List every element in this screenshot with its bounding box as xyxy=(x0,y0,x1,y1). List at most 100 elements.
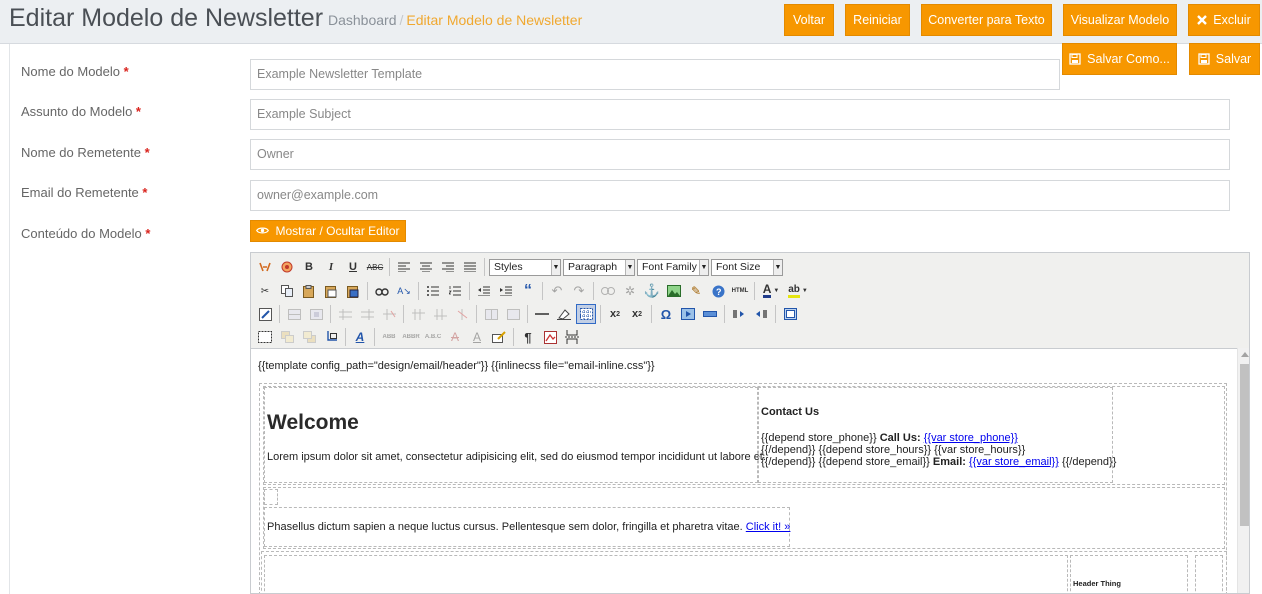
paragraph-select[interactable]: Paragraph ▼ xyxy=(563,258,635,276)
remove-format-icon[interactable] xyxy=(554,304,574,324)
wysiwyg-editor: B I U ABC Styles ▼ Paragraph ▼ Font Family… xyxy=(250,252,1250,594)
horizontal-rule-icon[interactable] xyxy=(532,304,552,324)
breadcrumb-separator: / xyxy=(399,12,404,28)
preview-template-button[interactable]: Visualizar Modelo xyxy=(1063,4,1177,36)
insertion-icon[interactable]: A xyxy=(467,327,487,347)
insert-media-icon[interactable] xyxy=(678,304,698,324)
replace-icon[interactable]: A↘ xyxy=(394,281,414,301)
absolute-position-icon[interactable] xyxy=(321,327,341,347)
delete-col-icon[interactable] xyxy=(452,304,472,324)
toolbar-separator xyxy=(330,305,331,323)
paste-icon[interactable] xyxy=(299,281,319,301)
insert-layer-icon[interactable] xyxy=(700,304,720,324)
save-button[interactable]: Salvar xyxy=(1189,43,1260,75)
sender-name-input[interactable]: Owner xyxy=(250,139,1230,170)
insert-col-before-icon[interactable] xyxy=(408,304,428,324)
editor-scrollbar[interactable] xyxy=(1237,348,1249,593)
editor-content-area[interactable]: {{template config_path="design/email/hea… xyxy=(251,348,1237,593)
cut-icon[interactable]: ✂ xyxy=(255,281,275,301)
bold-icon[interactable]: B xyxy=(299,257,319,277)
edit-table-icon[interactable] xyxy=(255,304,275,324)
paste-word-icon[interactable] xyxy=(343,281,363,301)
acronym-icon[interactable]: A.B.C xyxy=(423,327,443,347)
reset-button-label: Reiniciar xyxy=(853,13,902,27)
save-as-button[interactable]: Salvar Como... xyxy=(1062,43,1177,75)
html-source-icon[interactable]: HTML xyxy=(730,281,750,301)
deletion-icon[interactable]: A xyxy=(445,327,465,347)
insert-widget-icon[interactable] xyxy=(255,257,275,277)
split-cells-icon[interactable] xyxy=(481,304,501,324)
italic-icon[interactable]: I xyxy=(321,257,341,277)
align-center-icon[interactable] xyxy=(416,257,436,277)
strikethrough-icon[interactable]: ABC xyxy=(365,257,385,277)
align-left-icon[interactable] xyxy=(394,257,414,277)
style-props-icon[interactable]: A xyxy=(350,327,370,347)
redo-icon[interactable]: ↷ xyxy=(569,281,589,301)
attributes-icon[interactable] xyxy=(489,327,509,347)
align-right-icon[interactable] xyxy=(438,257,458,277)
delete-row-icon[interactable] xyxy=(379,304,399,324)
cleanup-icon[interactable]: ✎ xyxy=(686,281,706,301)
template-name-input[interactable]: Example Newsletter Template xyxy=(250,59,1060,90)
template-subject-input[interactable]: Example Subject xyxy=(250,99,1230,130)
breadcrumb-dashboard-link[interactable]: Dashboard xyxy=(328,12,397,28)
click-it-link[interactable]: Click it! » xyxy=(746,521,791,533)
align-justify-icon[interactable] xyxy=(460,257,480,277)
table-row-props-icon[interactable] xyxy=(284,304,304,324)
ltr-icon[interactable] xyxy=(729,304,749,324)
copy-icon[interactable] xyxy=(277,281,297,301)
image-icon[interactable] xyxy=(664,281,684,301)
insert-row-after-icon[interactable] xyxy=(357,304,377,324)
merge-cells-icon[interactable] xyxy=(503,304,523,324)
template-icon[interactable] xyxy=(540,327,560,347)
insert-col-after-icon[interactable] xyxy=(430,304,450,324)
indent-icon[interactable] xyxy=(496,281,516,301)
move-forward-icon[interactable] xyxy=(277,327,297,347)
numbered-list-icon[interactable] xyxy=(445,281,465,301)
font-family-select[interactable]: Font Family ▼ xyxy=(637,258,709,276)
email-label: Email: xyxy=(932,456,966,468)
scrollbar-thumb[interactable] xyxy=(1240,364,1249,526)
bullet-list-icon[interactable] xyxy=(423,281,443,301)
show-blocks-pilcrow-icon[interactable]: ¶ xyxy=(518,327,538,347)
empty-cell xyxy=(264,489,278,505)
underline-icon[interactable]: U xyxy=(343,257,363,277)
move-backward-icon[interactable] xyxy=(299,327,319,347)
insert-row-before-icon[interactable] xyxy=(335,304,355,324)
insert-layer-box-icon[interactable] xyxy=(255,327,275,347)
rtl-icon[interactable] xyxy=(751,304,771,324)
subscript-icon[interactable]: x2 xyxy=(605,304,625,324)
delete-button[interactable]: Excluir xyxy=(1188,4,1260,36)
store-email-link[interactable]: {{var store_email}} xyxy=(969,456,1059,468)
anchor-icon[interactable]: ⚓ xyxy=(642,281,662,301)
undo-icon[interactable]: ↶ xyxy=(547,281,567,301)
reset-button[interactable]: Reiniciar xyxy=(845,4,910,36)
outdent-icon[interactable] xyxy=(474,281,494,301)
styles-select[interactable]: Styles ▼ xyxy=(489,258,561,276)
superscript-icon[interactable]: x2 xyxy=(627,304,647,324)
font-size-select[interactable]: Font Size ▼ xyxy=(711,258,783,276)
insert-variable-icon[interactable] xyxy=(277,257,297,277)
back-button[interactable]: Voltar xyxy=(784,4,834,36)
toggle-editor-button[interactable]: Mostrar / Ocultar Editor xyxy=(250,220,406,242)
highlight-color-icon[interactable]: ab ▼ xyxy=(785,281,811,301)
paste-text-icon[interactable] xyxy=(321,281,341,301)
table-cell-props-icon[interactable] xyxy=(306,304,326,324)
help-icon[interactable]: ? xyxy=(708,281,728,301)
citation-icon[interactable]: ABB xyxy=(379,327,399,347)
store-phone-link[interactable]: {{var store_phone}} xyxy=(924,432,1018,444)
text-color-icon[interactable]: A ▼ xyxy=(759,281,783,301)
link-icon[interactable] xyxy=(598,281,618,301)
sender-email-input[interactable]: owner@example.com xyxy=(250,180,1230,211)
blockquote-icon[interactable]: “ xyxy=(518,281,538,301)
abbreviation-icon[interactable]: ABBR xyxy=(401,327,421,347)
visual-aid-icon[interactable] xyxy=(576,304,596,324)
special-char-icon[interactable]: Ω xyxy=(656,304,676,324)
chevron-down-icon: ▼ xyxy=(625,259,634,275)
convert-to-text-button[interactable]: Converter para Texto xyxy=(921,4,1052,36)
scroll-up-arrow-icon[interactable] xyxy=(1241,352,1249,357)
find-icon[interactable] xyxy=(372,281,392,301)
page-break-icon[interactable] xyxy=(562,327,582,347)
unlink-icon[interactable]: ✲ xyxy=(620,281,640,301)
fullscreen-icon[interactable] xyxy=(780,304,800,324)
